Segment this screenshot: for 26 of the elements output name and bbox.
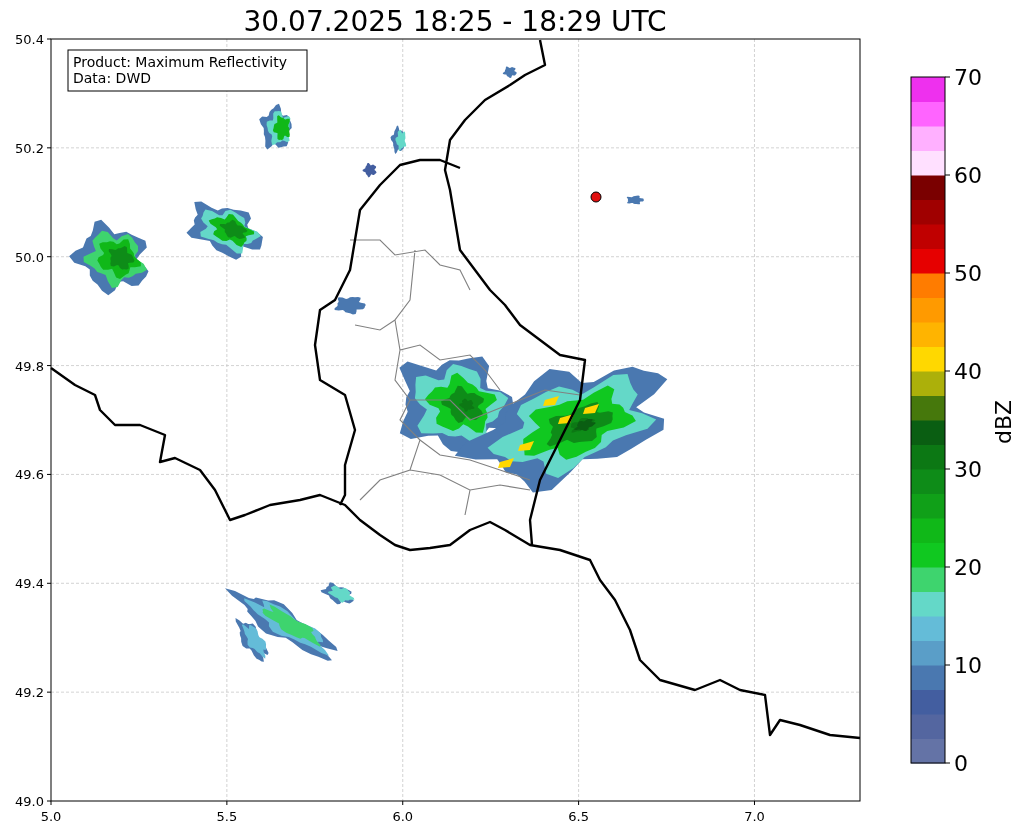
y-tick-label: 49.4 <box>15 576 44 592</box>
chart-title: 30.07.2025 18:25 - 18:29 UTC <box>243 5 667 38</box>
y-tick-label: 49.8 <box>15 358 44 374</box>
y-tick-label: 49.0 <box>15 794 44 809</box>
y-tick-label: 49.6 <box>15 467 44 483</box>
colorbar-tick-label: 20 <box>954 555 982 580</box>
location-marker <box>590 191 602 203</box>
x-tick-label: 5.5 <box>216 809 238 824</box>
colorbar-tick-label: 50 <box>954 261 982 286</box>
x-tick-label: 7.0 <box>744 809 765 824</box>
y-tick-label: 50.2 <box>15 140 44 156</box>
colorbar-tick-label: 40 <box>954 359 982 384</box>
y-tick-label: 50.4 <box>15 32 44 47</box>
x-tick-label: 5.0 <box>40 809 62 824</box>
colorbar-tick-label: 30 <box>954 457 982 482</box>
x-tick-label: 6.0 <box>392 809 414 824</box>
info-text: Data: DWD <box>73 70 151 86</box>
colorbar-tick-label: 70 <box>954 65 982 90</box>
info-text: Product: Maximum Reflectivity <box>73 54 287 70</box>
y-tick-label: 50.0 <box>15 249 44 265</box>
colorbar-tick-label: 60 <box>954 163 982 188</box>
y-tick-label: 49.2 <box>15 685 44 701</box>
colorbar-tick-label: 0 <box>954 751 968 776</box>
colorbar-tick-label: 10 <box>954 653 982 678</box>
colorbar-label: dBZ <box>991 399 1016 445</box>
x-tick-label: 6.5 <box>568 809 589 824</box>
